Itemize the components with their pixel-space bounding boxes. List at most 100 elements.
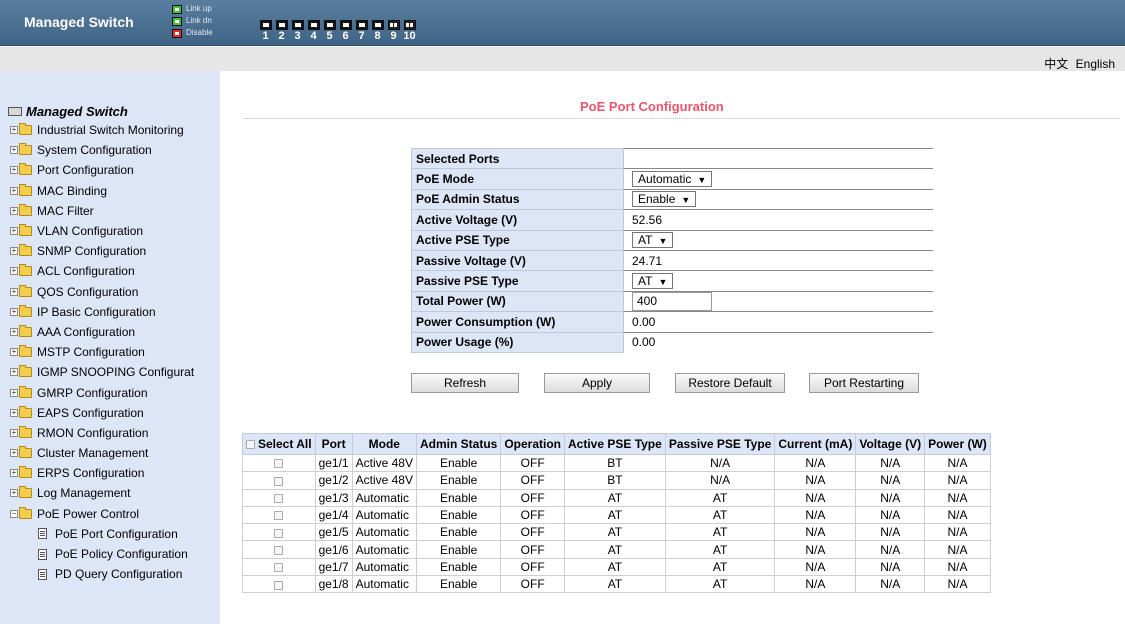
expand-icon[interactable]: + xyxy=(10,227,18,236)
expand-icon[interactable]: + xyxy=(10,489,18,498)
lang-chinese-link[interactable]: 中文 xyxy=(1044,57,1068,71)
sidebar-item-snmp-configuration[interactable]: + SNMP Configuration xyxy=(8,241,220,261)
admin-status-cell: Enable xyxy=(415,488,502,507)
port-7[interactable]: 7 xyxy=(354,20,369,42)
port-9[interactable]: 9 xyxy=(386,20,401,42)
restore-default-button[interactable]: Restore Default xyxy=(675,373,785,393)
port-6[interactable]: 6 xyxy=(338,20,353,42)
admin-status-cell: Enable xyxy=(415,523,502,542)
sidebar-item-poe-power-control[interactable]: − PoE Power Control xyxy=(8,504,220,524)
expand-icon[interactable]: + xyxy=(10,247,18,256)
brand-title: Managed Switch xyxy=(24,14,134,30)
apply-button[interactable]: Apply xyxy=(544,373,650,393)
total-power-input[interactable]: 400 xyxy=(632,291,712,311)
sidebar-item-ip-basic-configuration[interactable]: + IP Basic Configuration xyxy=(8,302,220,322)
document-icon xyxy=(38,528,47,540)
table-header: Select All Port Mode Admin Status Operat… xyxy=(242,433,991,455)
sidebar-item-system-configuration[interactable]: + System Configuration xyxy=(8,140,220,160)
expand-icon[interactable]: + xyxy=(10,327,18,336)
tree-root[interactable]: Managed Switch xyxy=(8,103,220,120)
row-checkbox[interactable] xyxy=(274,511,284,521)
current-cell: N/A xyxy=(774,488,857,507)
row-checkbox[interactable] xyxy=(274,580,284,590)
table-row: ge1/2 Active 48V Enable OFF BT N/A N/A N/A N/A xyxy=(242,471,991,490)
collapse-icon[interactable]: − xyxy=(10,509,18,518)
expand-icon[interactable]: + xyxy=(10,287,18,296)
lang-english-link[interactable]: English xyxy=(1076,57,1115,71)
sidebar-subitem-poe-port-configuration[interactable]: PoE Port Configuration xyxy=(8,524,220,544)
poe-admin-status-select[interactable]: Enable ▼ xyxy=(632,191,697,208)
sidebar-item-aaa-configuration[interactable]: + AAA Configuration xyxy=(8,322,220,342)
sidebar-item-log-management[interactable]: + Log Management xyxy=(8,483,220,503)
sidebar-item-vlan-configuration[interactable]: + VLAN Configuration xyxy=(8,221,220,241)
sidebar-subitem-poe-policy-configuration[interactable]: PoE Policy Configuration xyxy=(8,544,220,564)
expand-icon[interactable]: + xyxy=(10,146,18,155)
sidebar-item-mac-filter[interactable]: + MAC Filter xyxy=(8,201,220,221)
row-checkbox[interactable] xyxy=(274,476,284,486)
expand-icon[interactable]: + xyxy=(10,126,18,135)
row-active-voltage: Active Voltage (V) 52.56 xyxy=(411,209,933,231)
expand-icon[interactable]: + xyxy=(10,206,18,215)
sidebar-item-qos-configuration[interactable]: + QOS Configuration xyxy=(8,282,220,302)
expand-icon[interactable]: + xyxy=(10,449,18,458)
expand-icon[interactable]: + xyxy=(10,388,18,397)
ethernet-port-icon xyxy=(275,20,288,30)
row-select-cell xyxy=(242,557,316,577)
folder-icon xyxy=(19,385,32,398)
expand-icon[interactable]: + xyxy=(10,408,18,417)
folder-icon xyxy=(19,203,32,216)
port-5[interactable]: 5 xyxy=(322,20,337,42)
sidebar-item-acl-configuration[interactable]: + ACL Configuration xyxy=(8,261,220,281)
active-pse-type-select[interactable]: AT ▼ xyxy=(632,232,674,249)
ethernet-port-icon xyxy=(291,20,304,30)
expand-icon[interactable]: + xyxy=(10,166,18,175)
dropdown-arrow-icon: ▼ xyxy=(658,236,668,247)
sidebar-item-gmrp-configuration[interactable]: + GMRP Configuration xyxy=(8,382,220,402)
expand-icon[interactable]: + xyxy=(10,307,18,316)
sidebar-item-eaps-configuration[interactable]: + EAPS Configuration xyxy=(8,403,220,423)
row-checkbox[interactable] xyxy=(274,545,284,555)
active-voltage-label: Active Voltage (V) xyxy=(411,209,624,231)
sidebar-item-mstp-configuration[interactable]: + MSTP Configuration xyxy=(8,342,220,362)
port-2[interactable]: 2 xyxy=(274,20,289,42)
folder-icon xyxy=(19,264,32,277)
poe-mode-label: PoE Mode xyxy=(411,168,624,190)
expand-icon[interactable]: + xyxy=(10,469,18,478)
row-select-cell xyxy=(242,540,316,559)
passive-pse-type-select[interactable]: AT ▼ xyxy=(632,273,674,290)
sidebar-item-mac-binding[interactable]: + MAC Binding xyxy=(8,181,220,201)
current-cell: N/A xyxy=(774,471,857,490)
expand-icon[interactable]: + xyxy=(10,348,18,357)
sidebar-item-port-configuration[interactable]: + Port Configuration xyxy=(8,160,220,180)
expand-icon[interactable]: + xyxy=(10,428,18,437)
sidebar-item-rmon-configuration[interactable]: + RMON Configuration xyxy=(8,423,220,443)
select-all-checkbox[interactable] xyxy=(246,440,255,450)
row-checkbox[interactable] xyxy=(274,528,284,538)
expand-icon[interactable]: + xyxy=(10,368,18,377)
row-checkbox[interactable] xyxy=(274,563,284,573)
row-checkbox[interactable] xyxy=(274,459,284,469)
row-passive-voltage: Passive Voltage (V) 24.71 xyxy=(411,249,933,272)
refresh-button[interactable]: Refresh xyxy=(411,373,519,393)
row-checkbox[interactable] xyxy=(274,494,284,504)
port-3[interactable]: 3 xyxy=(290,20,305,42)
port-8[interactable]: 8 xyxy=(370,20,385,42)
sidebar: Managed Switch + Industrial Switch Monito… xyxy=(0,71,220,624)
current-cell: N/A xyxy=(774,523,857,542)
active-pse-cell: BT xyxy=(564,453,666,473)
sidebar-item-igmp-snooping-configuration[interactable]: + IGMP SNOOPING Configurat xyxy=(8,362,220,382)
sidebar-item-cluster-management[interactable]: + Cluster Management xyxy=(8,443,220,463)
port-restarting-button[interactable]: Port Restarting xyxy=(809,373,919,393)
port-4[interactable]: 4 xyxy=(306,20,321,42)
current-cell: N/A xyxy=(774,453,857,473)
port-1[interactable]: 1 xyxy=(258,20,273,42)
operation-cell: OFF xyxy=(500,471,565,490)
expand-icon[interactable]: + xyxy=(10,267,18,276)
sidebar-subitem-pd-query-configuration[interactable]: PD Query Configuration xyxy=(8,564,220,584)
poe-mode-select[interactable]: Automatic ▼ xyxy=(632,171,713,188)
sidebar-item-erps-configuration[interactable]: + ERPS Configuration xyxy=(8,463,220,483)
port-10[interactable]: 10 xyxy=(402,20,417,42)
expand-icon[interactable]: + xyxy=(10,186,18,195)
sidebar-item-industrial-switch-monitoring[interactable]: + Industrial Switch Monitoring xyxy=(8,120,220,140)
select-all-header[interactable]: Select All xyxy=(242,433,316,455)
